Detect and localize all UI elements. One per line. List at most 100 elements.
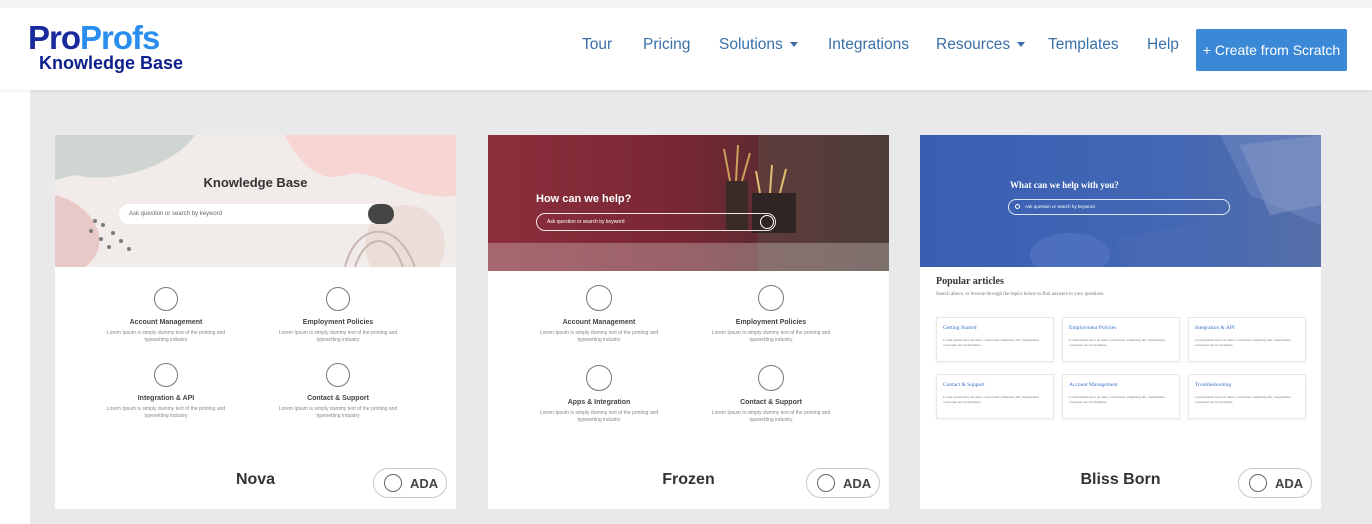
feature-title: Account Management: [562, 319, 636, 326]
logo-part-profs: Profs: [80, 19, 160, 56]
feature-desc: Lorem Ipsum is simply dummy text of the …: [106, 330, 226, 343]
feature-desc: Lorem Ipsum is simply dummy text of the …: [278, 330, 398, 343]
nav-resources[interactable]: Resources: [936, 36, 1026, 58]
accessibility-icon: [1249, 474, 1267, 492]
nav-templates[interactable]: Templates: [1048, 36, 1119, 58]
ada-label: ADA: [410, 476, 439, 491]
popular-articles-title: Popular articles: [936, 276, 1004, 287]
nova-hero-artwork: [55, 135, 456, 267]
nova-hero-title: Knowledge Base: [203, 175, 308, 190]
popular-articles-subtitle: Search above, or browse through the topi…: [936, 292, 1104, 297]
topic-desc: Lorem ipsum dolor sit amet, consectetur …: [943, 395, 1040, 404]
top-navigation-bar: ProProfs Knowledge Base Tour Pricing Sol…: [0, 0, 1372, 90]
feature-desc: Lorem Ipsum is simply dummy text of the …: [539, 330, 659, 343]
frozen-hero-title: How can we help?: [536, 193, 632, 205]
frozen-hero-banner: How can we help? Ask question or search …: [488, 135, 889, 271]
template-card-nova[interactable]: Knowledge Base Ask question or search by…: [55, 135, 456, 509]
topic-desc: Lorem ipsum dolor sit amet, consectetur …: [1069, 338, 1166, 347]
nav-solutions[interactable]: Solutions: [719, 36, 798, 58]
feature-desc: Lorem Ipsum is simply dummy text of the …: [711, 410, 831, 423]
shield-check-icon: [758, 285, 784, 311]
topic-card[interactable]: Troubleshooting Lorem ipsum dolor sit am…: [1188, 374, 1306, 419]
frozen-feature-integration[interactable]: Apps & Integration Lorem Ipsum is simply…: [514, 365, 684, 424]
ada-badge[interactable]: ADA: [373, 468, 447, 498]
frozen-feature-support[interactable]: Contact & Support Lorem Ipsum is simply …: [686, 365, 856, 424]
nav-resources-label: Resources: [936, 36, 1011, 53]
create-from-scratch-button[interactable]: + Create from Scratch: [1196, 29, 1347, 71]
feature-title: Employment Policies: [302, 319, 374, 326]
nav-integrations[interactable]: Integrations: [828, 36, 909, 58]
logo-part-pro: Pro: [28, 19, 81, 56]
nav-integrations-label: Integrations: [828, 36, 909, 53]
topic-card[interactable]: Contact & Support Lorem ipsum dolor sit …: [936, 374, 1054, 419]
nova-feature-policies[interactable]: Employment Policies Lorem Ipsum is simpl…: [253, 287, 423, 344]
ada-label: ADA: [1275, 476, 1304, 491]
search-icon[interactable]: [1015, 204, 1020, 209]
topic-card[interactable]: Integration & API Lorem ipsum dolor sit …: [1188, 317, 1306, 362]
tools-icon: [586, 365, 612, 391]
chevron-down-icon: [1017, 42, 1026, 48]
user-icon: [586, 285, 612, 311]
nav-tour[interactable]: Tour: [582, 36, 612, 58]
feature-title: Employment Policies: [735, 319, 807, 326]
topic-desc: Lorem ipsum dolor sit amet, consectetur …: [1195, 338, 1292, 347]
feature-desc: Lorem Ipsum is simply dummy text of the …: [106, 406, 226, 419]
nav-templates-label: Templates: [1048, 36, 1119, 53]
nav-pricing-label: Pricing: [643, 36, 691, 53]
ada-badge[interactable]: ADA: [1238, 468, 1312, 498]
user-icon: [154, 287, 178, 311]
nav-pricing[interactable]: Pricing: [643, 36, 690, 58]
nova-feature-integration[interactable]: Integration & API Lorem Ipsum is simply …: [81, 363, 251, 420]
topic-title: Getting Started: [943, 325, 977, 331]
feature-title: Contact & Support: [307, 395, 369, 402]
topic-desc: Lorem ipsum dolor sit amet, consectetur …: [1069, 395, 1166, 404]
logo-wordmark: ProProfs: [28, 21, 183, 54]
accessibility-icon: [384, 474, 402, 492]
support-chat-icon: [326, 363, 350, 387]
nova-search-input[interactable]: Ask question or search by keyword: [119, 204, 391, 224]
template-card-frozen[interactable]: How can we help? Ask question or search …: [488, 135, 889, 509]
ada-label: ADA: [843, 476, 872, 491]
nav-help[interactable]: Help: [1147, 36, 1179, 58]
feature-title: Apps & Integration: [567, 399, 631, 406]
nav-solutions-label: Solutions: [719, 36, 783, 53]
feature-desc: Lorem Ipsum is simply dummy text of the …: [711, 330, 831, 343]
nova-feature-support[interactable]: Contact & Support Lorem Ipsum is simply …: [253, 363, 423, 420]
feature-title: Integration & API: [137, 395, 195, 402]
feature-desc: Lorem Ipsum is simply dummy text of the …: [278, 406, 398, 419]
ada-badge[interactable]: ADA: [806, 468, 880, 498]
tools-icon: [154, 363, 178, 387]
bliss-hero-banner: What can we help with you? Ask question …: [920, 135, 1321, 267]
proprofs-logo[interactable]: ProProfs Knowledge Base: [28, 21, 183, 72]
topic-title: Contact & Support: [943, 382, 985, 388]
template-card-bliss-born[interactable]: What can we help with you? Ask question …: [920, 135, 1321, 509]
topic-title: Integration & API: [1195, 325, 1235, 331]
topic-card[interactable]: Account Management Lorem ipsum dolor sit…: [1062, 374, 1180, 419]
feature-title: Account Management: [129, 319, 203, 326]
accessibility-icon: [817, 474, 835, 492]
feature-title: Contact & Support: [740, 399, 802, 406]
topic-card[interactable]: Getting Started Lorem ipsum dolor sit am…: [936, 317, 1054, 362]
nova-feature-account[interactable]: Account Management Lorem Ipsum is simply…: [81, 287, 251, 344]
support-chat-icon: [758, 365, 784, 391]
nav-tour-label: Tour: [582, 36, 613, 53]
frozen-search-input[interactable]: Ask question or search by keyword: [536, 213, 776, 231]
bliss-search-input[interactable]: Ask question or search by keyword: [1008, 199, 1230, 215]
topic-desc: Lorem ipsum dolor sit amet, consectetur …: [1195, 395, 1292, 404]
topic-card[interactable]: Employment Policies Lorem ipsum dolor si…: [1062, 317, 1180, 362]
topic-title: Employment Policies: [1069, 325, 1117, 331]
bliss-hero-title: What can we help with you?: [1010, 180, 1119, 190]
topic-title: Troubleshooting: [1195, 382, 1232, 388]
nav-help-label: Help: [1147, 36, 1179, 53]
nova-hero-banner: Knowledge Base Ask question or search by…: [55, 135, 456, 267]
chevron-down-icon: [789, 42, 798, 48]
search-icon[interactable]: [760, 215, 774, 229]
feature-desc: Lorem Ipsum is simply dummy text of the …: [539, 410, 659, 423]
frozen-feature-account[interactable]: Account Management Lorem Ipsum is simply…: [514, 285, 684, 344]
topic-title: Account Management: [1069, 382, 1118, 388]
frozen-feature-policies[interactable]: Employment Policies Lorem Ipsum is simpl…: [686, 285, 856, 344]
logo-subtitle: Knowledge Base: [39, 53, 184, 73]
topic-desc: Lorem ipsum dolor sit amet, consectetur …: [943, 338, 1040, 347]
shield-check-icon: [326, 287, 350, 311]
search-icon[interactable]: [368, 204, 394, 224]
